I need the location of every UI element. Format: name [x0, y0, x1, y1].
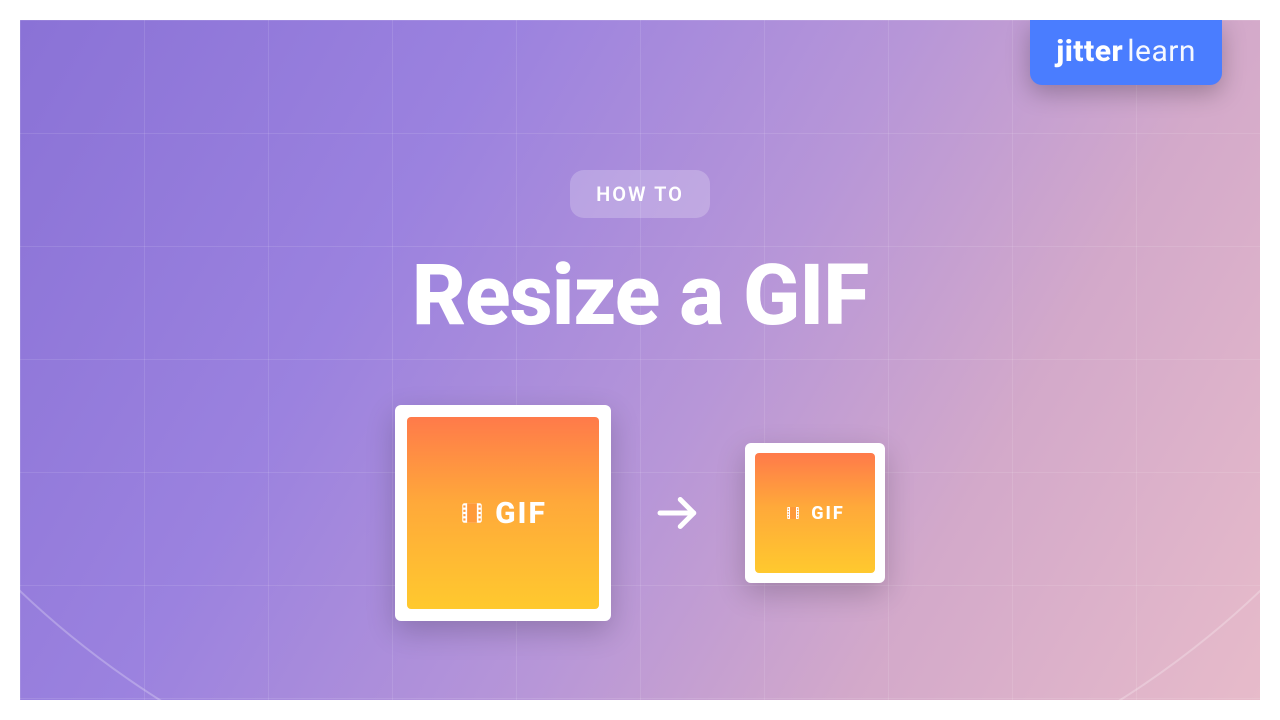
hero-stage: jitterlearn HOW TO Resize a GIF: [20, 20, 1260, 700]
film-icon: [459, 500, 485, 526]
brand-badge: jitterlearn: [1030, 20, 1222, 85]
page-title: Resize a GIF: [412, 246, 868, 345]
brand-sub: learn: [1127, 34, 1196, 69]
arrow-right-icon: [651, 486, 705, 540]
gif-card-large: GIF: [395, 405, 611, 621]
film-icon: [785, 505, 801, 521]
gif-thumb-large: GIF: [407, 417, 599, 609]
gif-label-small: GIF: [811, 503, 844, 524]
content-column: HOW TO Resize a GIF: [395, 170, 885, 621]
category-label: HOW TO: [596, 182, 684, 206]
illustration-row: GIF: [395, 405, 885, 621]
gif-thumb-small: GIF: [755, 453, 875, 573]
gif-label-large: GIF: [495, 496, 547, 531]
gif-card-small: GIF: [745, 443, 885, 583]
category-pill: HOW TO: [570, 170, 710, 218]
brand-name: jitter: [1056, 34, 1123, 69]
